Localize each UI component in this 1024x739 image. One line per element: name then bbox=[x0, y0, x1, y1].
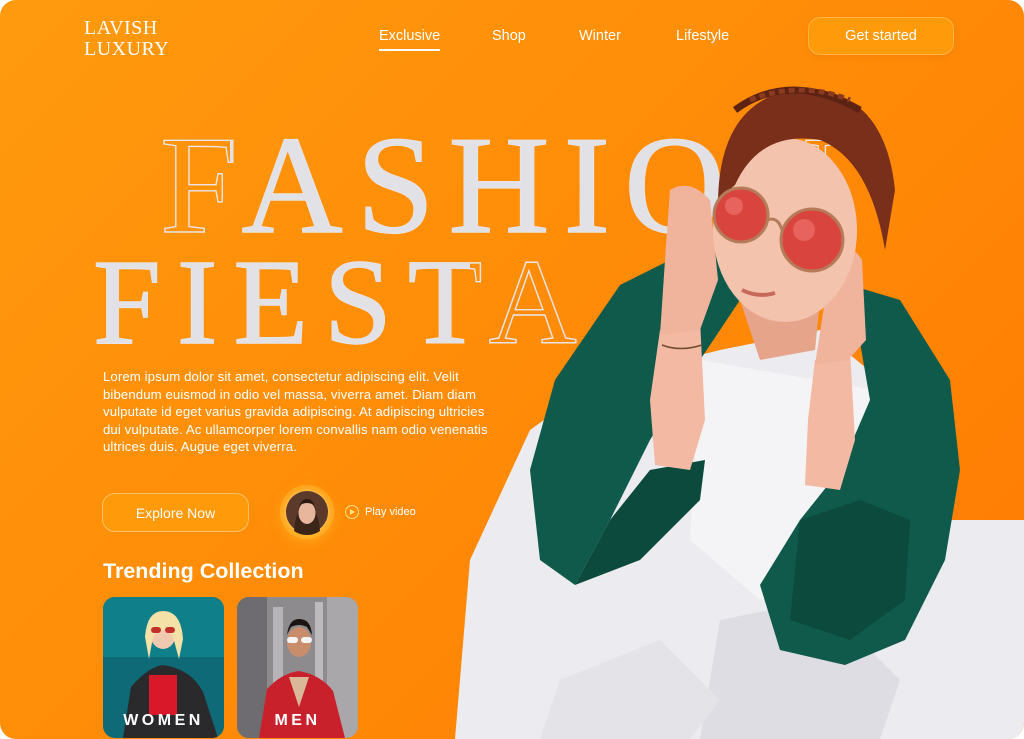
play-video-link[interactable]: Play video bbox=[365, 506, 416, 518]
landing-page: FASHION FASHION FASHION FIESTA FIESTA LA… bbox=[0, 0, 1024, 739]
video-thumbnail-image bbox=[286, 491, 328, 535]
collection-card-women[interactable]: WOMEN bbox=[103, 597, 224, 738]
play-icon[interactable] bbox=[345, 505, 359, 519]
get-started-button[interactable]: Get started bbox=[808, 17, 954, 55]
nav-item-exclusive[interactable]: Exclusive bbox=[379, 28, 441, 51]
men-card-label: MEN bbox=[274, 712, 321, 729]
trending-collection-title: Trending Collection bbox=[103, 559, 304, 583]
nav-item-winter[interactable]: Winter bbox=[579, 28, 621, 44]
main-nav: Exclusive Shop Winter Lifestyle bbox=[0, 28, 760, 51]
explore-now-button[interactable]: Explore Now bbox=[102, 493, 249, 532]
women-card-label: WOMEN bbox=[123, 712, 204, 729]
nav-item-lifestyle[interactable]: Lifestyle bbox=[676, 28, 729, 44]
collection-card-men[interactable]: MEN bbox=[237, 597, 358, 738]
video-thumbnail[interactable] bbox=[284, 489, 330, 535]
nav-item-shop[interactable]: Shop bbox=[492, 28, 526, 44]
hero-description: Lorem ipsum dolor sit amet, consectetur … bbox=[103, 369, 488, 455]
